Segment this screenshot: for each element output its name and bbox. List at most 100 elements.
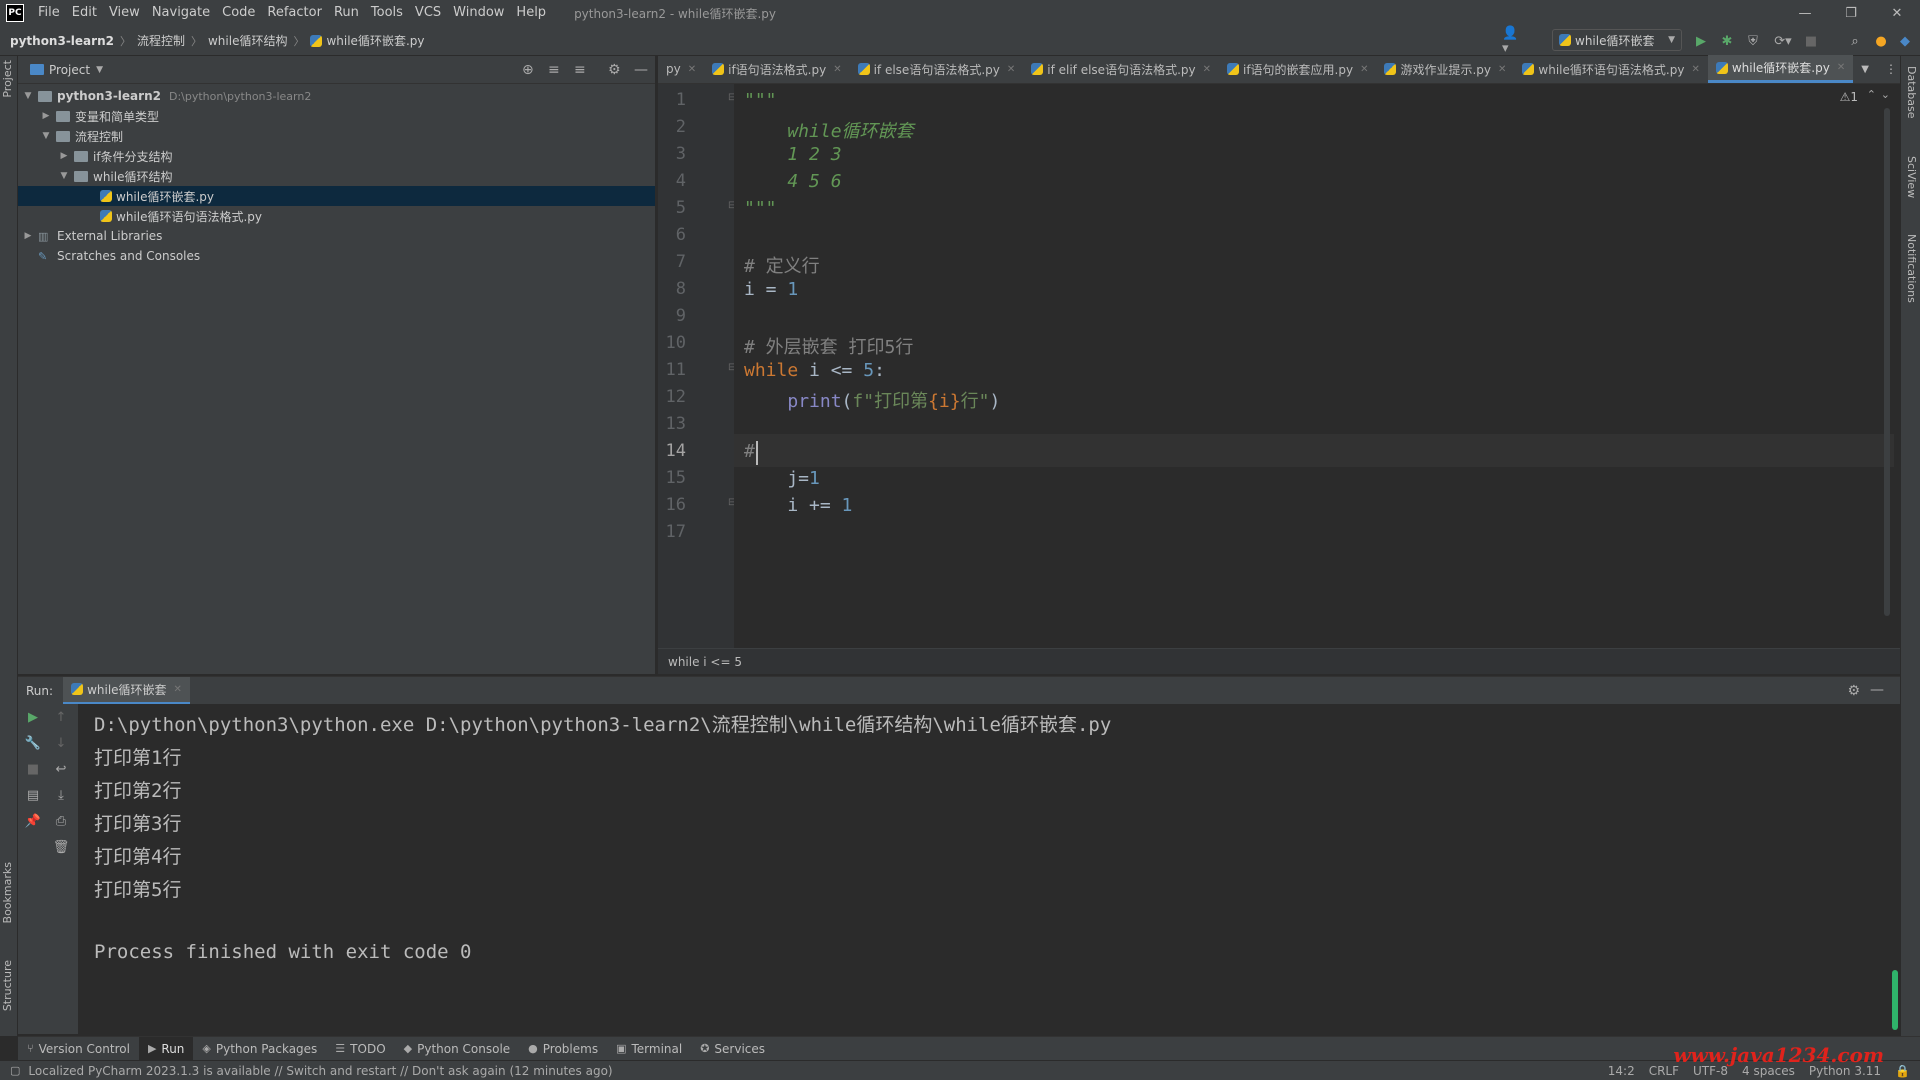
run-tab[interactable]: while循环嵌套 ✕ [63,676,190,705]
editor-tab[interactable]: if语句语法格式.py ✕ [704,55,849,83]
menu-vcs[interactable]: VCS [409,0,447,26]
editor-tab[interactable]: if else语句语法格式.py ✕ [850,55,1024,83]
editor-tab[interactable]: while循环语句语法格式.py ✕ [1514,55,1707,83]
tool-todo[interactable]: ☰ TODO [326,1037,394,1061]
close-icon[interactable]: ✕ [1498,64,1506,75]
project-tool-label[interactable]: Project [1,60,14,98]
close-icon[interactable]: ✕ [688,64,696,75]
restore-button[interactable]: ❐ [1828,0,1874,26]
close-icon[interactable]: ✕ [1360,64,1368,75]
coverage-icon[interactable]: ⛨ [1744,32,1762,50]
run-icon[interactable]: ▶ [1692,32,1710,50]
breadcrumb-folder[interactable]: 流程控制 [137,32,185,49]
menu-window[interactable]: Window [447,0,510,26]
tree-item-folder[interactable]: ▼ while循环结构 [18,166,655,186]
editor-tab[interactable]: py ✕ [658,55,704,83]
close-button[interactable]: ✕ [1874,0,1920,26]
layout-icon[interactable]: ▢ [10,1064,20,1077]
gear-icon[interactable]: ⚙ [1847,683,1860,699]
update-icon[interactable]: ● [1872,32,1890,50]
close-icon[interactable]: ✕ [1007,64,1015,75]
minimize-button[interactable]: — [1782,0,1828,26]
editor-tab[interactable]: if elif else语句语法格式.py ✕ [1023,55,1219,83]
run-console[interactable]: D:\python\python3\python.exe D:\python\p… [78,704,1900,1034]
editor-tab[interactable]: if语句的嵌套应用.py ✕ [1219,55,1376,83]
menu-refactor[interactable]: Refactor [261,0,328,26]
tree-item-file-selected[interactable]: while循环嵌套.py [18,186,655,206]
run-configuration-select[interactable]: while循环嵌套 ▼ [1552,29,1682,51]
scroll-to-end-icon[interactable]: ⤓ [50,788,72,803]
project-panel-title[interactable]: Project [49,63,90,77]
breadcrumb-file[interactable]: while循环嵌套.py [326,32,424,49]
editor-tab-active[interactable]: while循环嵌套.py ✕ [1707,55,1854,83]
wrench-icon[interactable]: 🔧 [22,736,44,751]
chevron-right-icon[interactable]: ▶ [58,151,70,161]
collapse-all-icon[interactable]: ≡ [574,62,586,78]
sciview-tool-label[interactable]: SciView [1905,156,1918,198]
breadcrumb-project[interactable]: python3-learn2 [10,34,114,48]
more-tabs-button[interactable]: ⋮ [1877,55,1905,83]
chevron-down-icon[interactable]: ⌄ [1881,88,1890,101]
arrow-up-icon[interactable]: ↑ [50,710,72,725]
menu-view[interactable]: View [103,0,146,26]
structure-tool-label[interactable]: Structure [1,960,14,1011]
pin-icon[interactable]: 📌 [22,814,44,829]
tool-problems[interactable]: ● Problems [519,1037,607,1061]
trash-icon[interactable]: 🗑 [50,840,72,855]
menu-run[interactable]: Run [328,0,365,26]
tree-item-project-root[interactable]: ▼ python3-learn2 D:\python\python3-learn… [18,86,655,106]
chevron-right-icon[interactable]: ▶ [40,111,52,121]
chevron-right-icon[interactable]: ▶ [22,231,34,241]
close-icon[interactable]: ✕ [1203,64,1211,75]
tree-item-scratches[interactable]: ✎ Scratches and Consoles [18,246,655,266]
close-icon[interactable]: ✕ [174,684,182,695]
caret-position[interactable]: 14:2 [1608,1064,1635,1078]
editor-scrollbar[interactable] [1884,108,1890,616]
stop-icon[interactable]: ■ [1802,32,1820,50]
tool-run[interactable]: ▶ Run [138,1036,194,1061]
menu-edit[interactable]: Edit [66,0,103,26]
debug-icon[interactable]: ✱ [1718,32,1736,50]
close-icon[interactable]: ✕ [1691,64,1699,75]
close-icon[interactable]: ✕ [833,64,841,75]
menu-help[interactable]: Help [510,0,552,26]
editor-tab[interactable]: 游戏作业提示.py ✕ [1376,55,1514,83]
chevron-down-icon[interactable]: ▼ [40,131,52,141]
warning-indicator[interactable]: ⚠1 [1840,90,1858,104]
tree-item-folder[interactable]: ▶ if条件分支结构 [18,146,655,166]
chevron-down-icon[interactable]: ▼ [58,171,70,181]
search-icon[interactable]: ⌕ [1846,32,1864,50]
rerun-icon[interactable]: ▶ [22,710,44,725]
arrow-down-icon[interactable]: ↓ [50,736,72,751]
tool-python-packages[interactable]: ◈ Python Packages [193,1037,326,1061]
user-icon[interactable]: 👤▾ [1502,26,1520,56]
chevron-down-icon[interactable]: ▼ [22,91,34,101]
breadcrumb-subfolder[interactable]: while循环结构 [208,32,287,49]
code-editor[interactable]: """ while循环嵌套 1 2 3 4 5 6 """ # 定义行 i = … [734,84,1894,648]
status-message[interactable]: Localized PyCharm 2023.1.3 is available … [28,1064,612,1078]
tool-version-control[interactable]: ⑂ Version Control [18,1037,139,1061]
stop-icon[interactable]: ■ [22,762,44,777]
soft-wrap-icon[interactable]: ↩ [50,762,72,777]
code-breadcrumb[interactable]: while i <= 5 [668,655,742,669]
tree-item-folder[interactable]: ▼ 流程控制 [18,126,655,146]
hide-panel-icon[interactable]: — [1870,682,1884,698]
tool-terminal[interactable]: ▣ Terminal [607,1037,691,1061]
database-tool-label[interactable]: Database [1905,66,1918,119]
console-scrollbar[interactable] [1892,970,1898,1030]
print-icon[interactable]: ⎙ [50,814,72,829]
tool-python-console[interactable]: ◆ Python Console [395,1037,520,1061]
tree-item-external-libraries[interactable]: ▶ ▥ External Libraries [18,226,655,246]
chevron-down-icon[interactable]: ▼ [96,65,103,75]
menu-tools[interactable]: Tools [365,0,409,26]
tree-item-folder[interactable]: ▶ 变量和简单类型 [18,106,655,126]
locate-file-icon[interactable]: ⊕ [522,62,534,78]
menu-navigate[interactable]: Navigate [146,0,216,26]
lock-icon[interactable]: 🔒 [1895,1064,1910,1078]
notifications-tool-label[interactable]: Notifications [1905,234,1918,303]
bookmarks-tool-label[interactable]: Bookmarks [1,862,14,923]
layout-icon[interactable]: ▤ [22,788,44,803]
chevron-up-icon[interactable]: ⌃ [1867,88,1876,101]
tool-services[interactable]: ✪ Services [691,1037,774,1061]
gear-icon[interactable]: ⚙ [608,62,621,78]
